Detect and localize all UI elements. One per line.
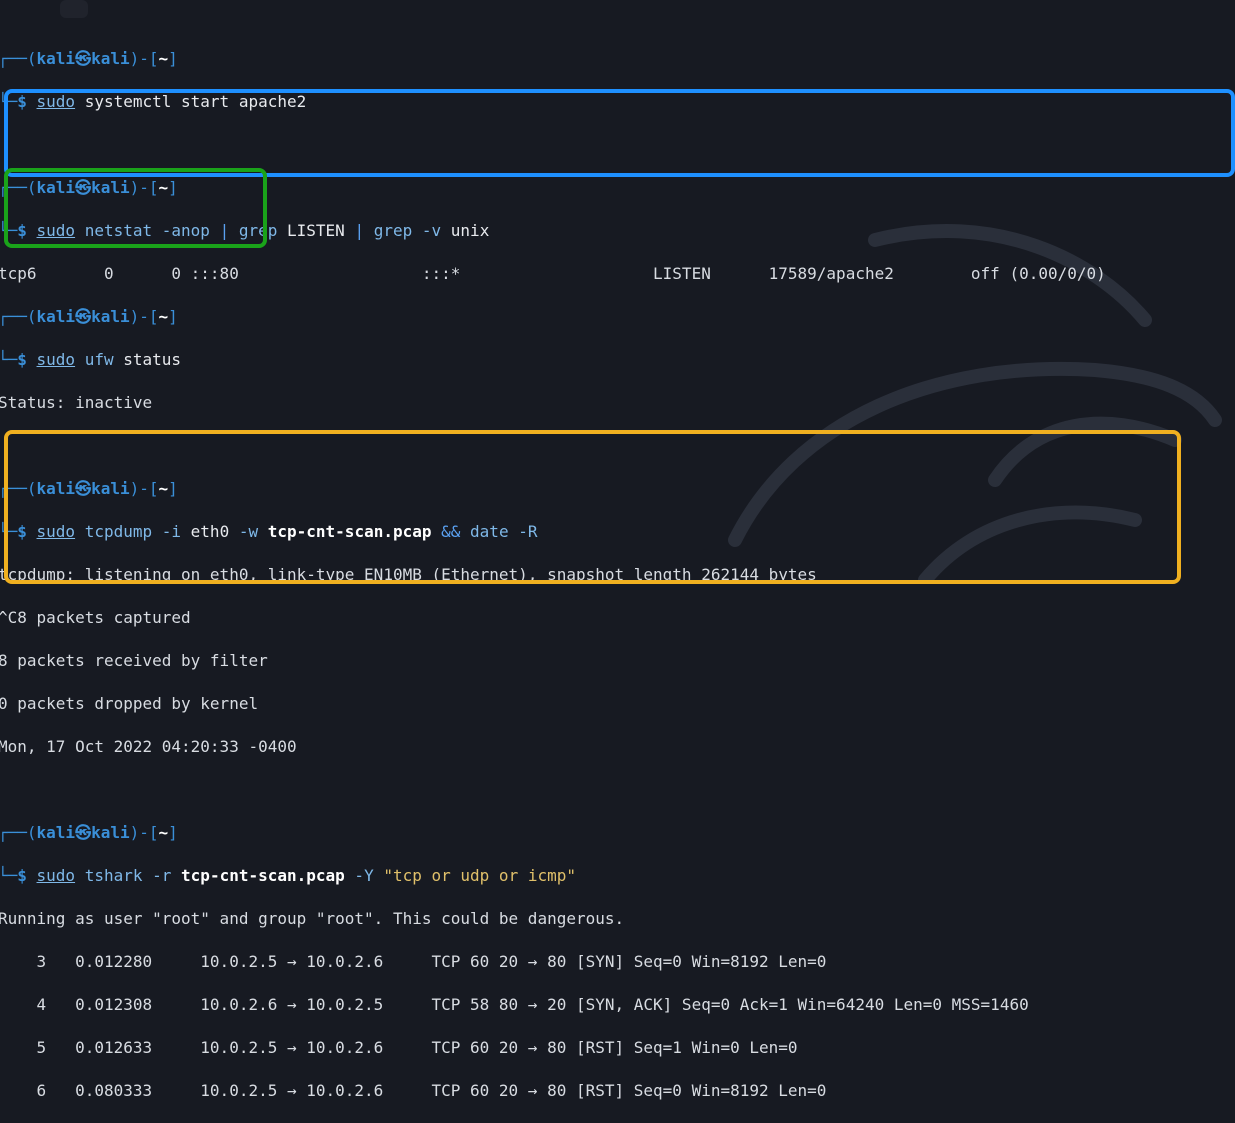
command-line[interactable]: └─$ sudo netstat -anop | grep LISTEN | g…: [0, 220, 1106, 242]
packet-row: 6 0.080333 10.0.2.5 → 10.0.2.6 TCP 60 20…: [0, 1080, 827, 1100]
packet-row: 3 0.012280 10.0.2.5 → 10.0.2.6 TCP 60 20…: [0, 951, 827, 971]
tcpdump-output: ^C8 packets captured: [0, 607, 191, 627]
ufw-status-output: Status: inactive: [0, 392, 153, 412]
prompt-line: ┌──(kali㉿kali)-[~]: [0, 48, 178, 68]
packet-row: 4 0.012308 10.0.2.6 → 10.0.2.5 TCP 58 80…: [0, 994, 1029, 1014]
date-output: Mon, 17 Oct 2022 04:20:33 -0400: [0, 736, 297, 756]
netstat-output: tcp6 0 0 :::80 :::* LISTEN 17589/apache2…: [0, 263, 1106, 283]
prompt-line: ┌──(kali㉿kali)-[~]: [0, 478, 178, 498]
tcpdump-output: 0 packets dropped by kernel: [0, 693, 259, 713]
prompt-line: ┌──(kali㉿kali)-[~]: [0, 306, 178, 326]
command-line[interactable]: └─$ sudo ufw status: [0, 349, 1106, 371]
tshark-output: Running as user "root" and group "root".…: [0, 908, 625, 928]
tcpdump-output: 8 packets received by filter: [0, 650, 268, 670]
prompt-line: ┌──(kali㉿kali)-[~]: [0, 177, 178, 197]
tcpdump-output: tcpdump: listening on eth0, link-type EN…: [0, 564, 817, 584]
terminal-output: ┌──(kali㉿kali)-[~] └─$ sudo systemctl st…: [0, 0, 1106, 1123]
command-line[interactable]: └─$ sudo systemctl start apache2: [0, 91, 1106, 113]
prompt-line: ┌──(kali㉿kali)-[~]: [0, 822, 178, 842]
command-line[interactable]: └─$ sudo tshark -r tcp-cnt-scan.pcap -Y …: [0, 865, 1106, 887]
packet-row: 5 0.012633 10.0.2.5 → 10.0.2.6 TCP 60 20…: [0, 1037, 798, 1057]
command-line[interactable]: └─$ sudo tcpdump -i eth0 -w tcp-cnt-scan…: [0, 521, 1106, 543]
